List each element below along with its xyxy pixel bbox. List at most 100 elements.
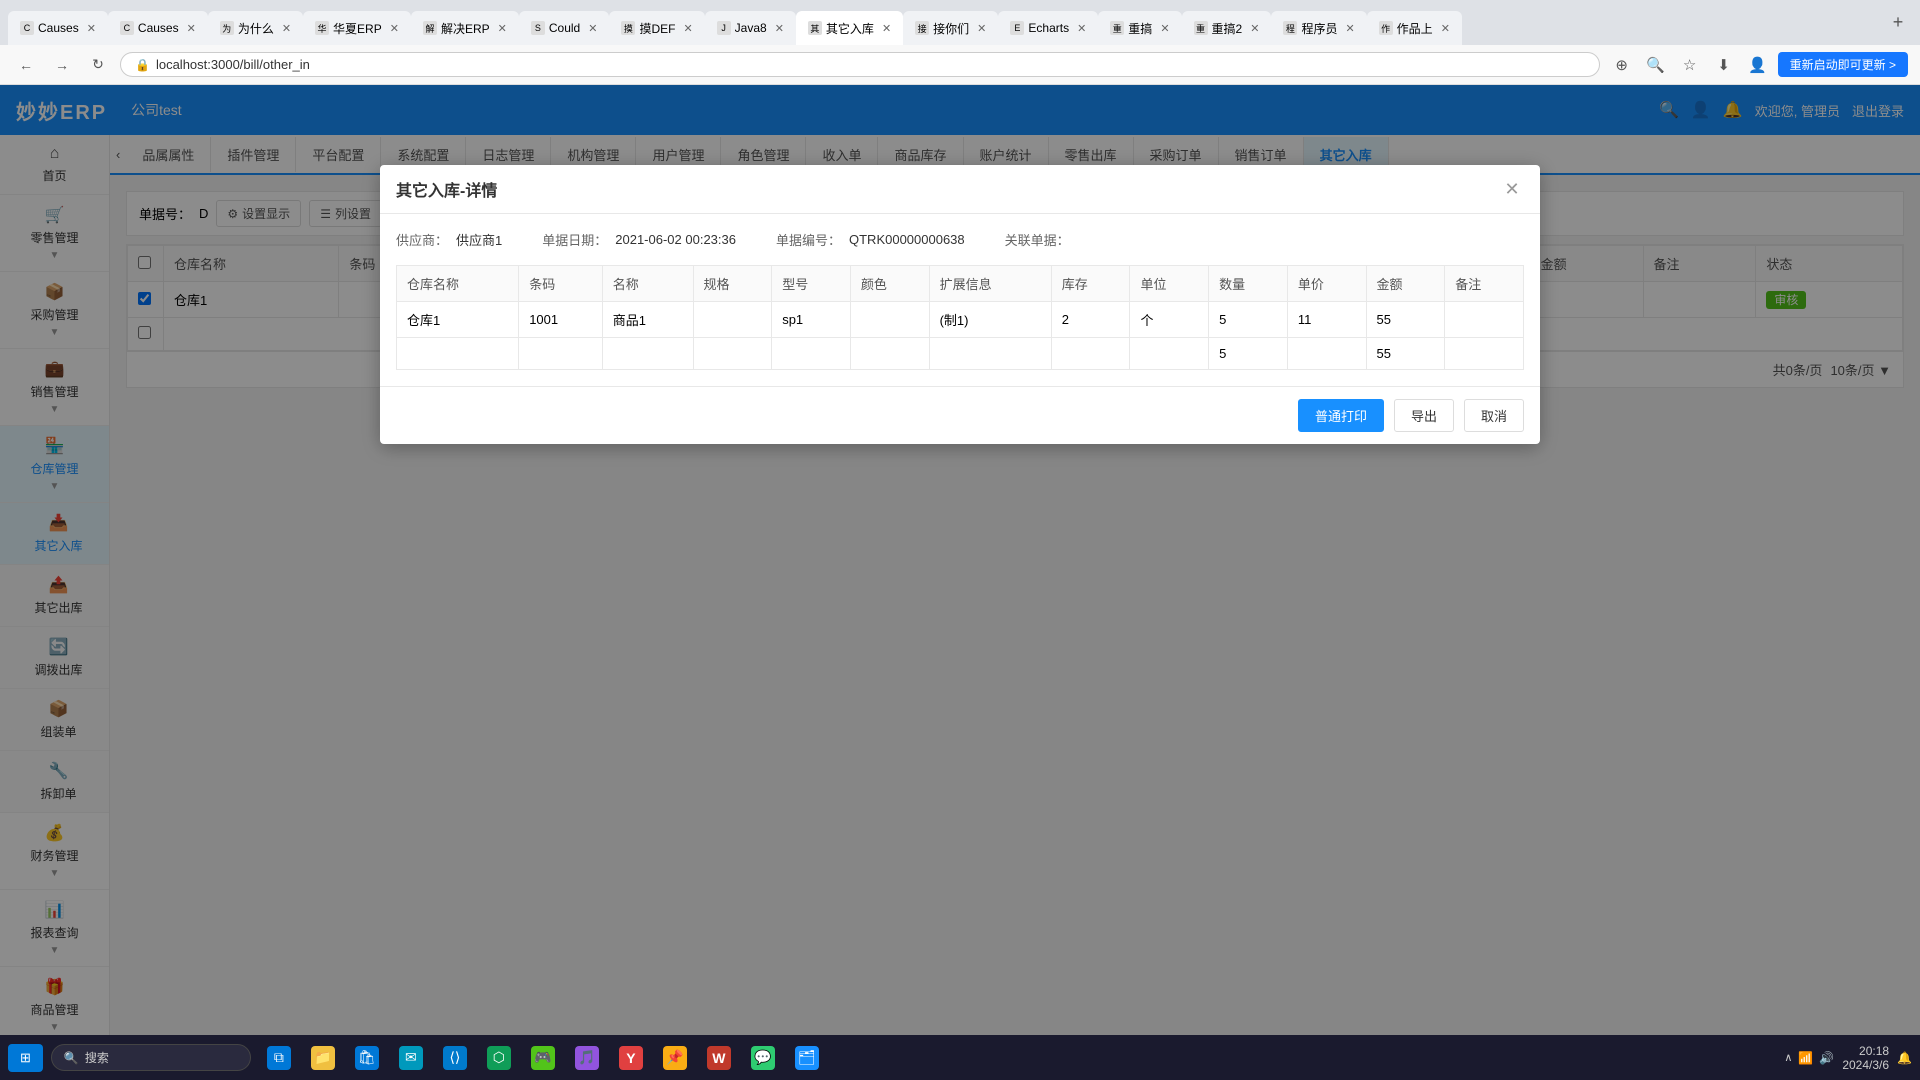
modal-cell-spec-1 [693,338,772,370]
search-icon[interactable]: 🔍 [1642,51,1670,79]
related-info: 关联单据： [1005,230,1078,249]
new-tab-button[interactable]: + [1884,9,1912,37]
modal-cell-stock-1 [1051,338,1130,370]
supplier-value: 供应商1 [456,230,502,249]
profile-icon[interactable]: 👤 [1744,51,1772,79]
modal-close-button[interactable]: ✕ [1500,177,1524,201]
browser-tab-tab9[interactable]: 其其它入库✕ [796,11,903,45]
browser-tab-tab3[interactable]: 为为什么✕ [208,11,303,45]
modal-col-stock: 库存 [1051,266,1130,302]
modal-table-body: 仓库11001商品1sp1(制1)2个51155555 [397,302,1524,370]
modal-cell-remark-0 [1445,302,1524,338]
supplier-label: 供应商： [396,230,448,249]
modal-col-amount: 金额 [1366,266,1445,302]
search-icon: 🔍 [64,1051,79,1065]
taskbar-search[interactable]: 🔍 搜索 [51,1044,251,1071]
search-label: 搜索 [85,1049,109,1066]
modal-body: 供应商： 供应商1 单据日期： 2021-06-02 00:23:36 单据编号… [380,214,1540,386]
browser-tab-tab10[interactable]: 接接你们✕ [903,11,998,45]
browser-tab-tab12[interactable]: 重重搞✕ [1098,11,1181,45]
modal-cell-name-0: 商品1 [602,302,693,338]
taskbar-app-media[interactable]: 🎵 [567,1039,607,1077]
modal-row-1[interactable]: 555 [397,338,1524,370]
taskbar-app-taskview[interactable]: ⧉ [259,1039,299,1077]
download-icon[interactable]: ⬇ [1710,51,1738,79]
taskbar-clock[interactable]: 20:18 2024/3/6 [1842,1044,1889,1072]
browser-tab-tab5[interactable]: 解解决ERP✕ [411,11,519,45]
notification-area: ∧ 📶 🔊 [1784,1051,1834,1065]
reload-button[interactable]: ↻ [84,51,112,79]
browser-tab-tab2[interactable]: CCauses✕ [108,11,208,45]
toolbar-actions: ⊕ 🔍 ☆ ⬇ 👤 重新启动即可更新 > [1608,51,1908,79]
browser-tab-tab6[interactable]: SCould✕ [519,11,610,45]
taskbar-app-youdao[interactable]: Y [611,1039,651,1077]
browser-tab-tab7[interactable]: 摸摸DEF✕ [609,11,704,45]
browser-tab-tab11[interactable]: EEcharts✕ [998,11,1098,45]
modal-table: 仓库名称 条码 名称 规格 型号 颜色 扩展信息 库存 单位 数量 单价 金额 … [396,265,1524,370]
modal-cell-stock-0: 2 [1051,302,1130,338]
supplier-info: 供应商： 供应商1 [396,230,502,249]
clock-date: 2024/3/6 [1842,1058,1889,1072]
browser-tab-tab8[interactable]: JJava8✕ [705,11,796,45]
network-icon: 📶 [1798,1051,1813,1065]
modal-info-row: 供应商： 供应商1 单据日期： 2021-06-02 00:23:36 单据编号… [396,230,1524,249]
modal-cell-price-1 [1287,338,1366,370]
modal-col-remark: 备注 [1445,266,1524,302]
cancel-button[interactable]: 取消 [1464,399,1524,432]
modal-col-price: 单价 [1287,266,1366,302]
taskbar-app-edge[interactable]: ⬡ [479,1039,519,1077]
start-button[interactable]: ⊞ [8,1044,43,1072]
modal-header-row: 仓库名称 条码 名称 规格 型号 颜色 扩展信息 库存 单位 数量 单价 金额 … [397,266,1524,302]
modal-cell-amount-0: 55 [1366,302,1445,338]
restart-button[interactable]: 重新启动即可更新 > [1778,52,1908,77]
taskbar-app-vscode[interactable]: ⟨⟩ [435,1039,475,1077]
address-bar[interactable]: 🔒 localhost:3000/bill/other_in [120,52,1600,77]
taskbar-app-sticky[interactable]: 📌 [655,1039,695,1077]
modal-title: 其它入库-详情 [396,177,497,201]
bookmark-icon[interactable]: ☆ [1676,51,1704,79]
modal-cell-color-0 [850,302,929,338]
taskbar-app-game[interactable]: 🎮 [523,1039,563,1077]
address-text: localhost:3000/bill/other_in [156,57,310,72]
modal-col-unit: 单位 [1130,266,1209,302]
taskbar-app-explorer[interactable]: 📁 [303,1039,343,1077]
modal-col-ext: 扩展信息 [929,266,1051,302]
modal-cell-remark-1 [1445,338,1524,370]
browser-chrome: CCauses✕CCauses✕为为什么✕华华夏ERP✕解解决ERP✕SCoul… [0,0,1920,45]
browser-tab-tab1[interactable]: CCauses✕ [8,11,108,45]
modal-header: 其它入库-详情 ✕ [380,165,1540,214]
browser-tabs: CCauses✕CCauses✕为为什么✕华华夏ERP✕解解决ERP✕SCoul… [8,0,1878,45]
modal-row-0[interactable]: 仓库11001商品1sp1(制1)2个51155 [397,302,1524,338]
taskbar-app-store[interactable]: 🛍 [347,1039,387,1077]
taskbar-app-files[interactable]: 🗂 [787,1039,827,1077]
modal-cell-model-0: sp1 [772,302,851,338]
modal-col-warehouse: 仓库名称 [397,266,519,302]
modal-cell-warehouse-0: 仓库1 [397,302,519,338]
taskbar-app-wps[interactable]: W [699,1039,739,1077]
record-no-info: 单据编号： QTRK00000000638 [776,230,965,249]
modal-col-spec: 规格 [693,266,772,302]
browser-tab-tab13[interactable]: 重重搞2✕ [1182,11,1272,45]
modal-overlay[interactable]: 其它入库-详情 ✕ 供应商： 供应商1 单据日期： 2021-06-02 00:… [0,85,1920,1080]
forward-button[interactable]: → [48,51,76,79]
modal-cell-qty-1: 5 [1209,338,1288,370]
browser-tab-tab4[interactable]: 华华夏ERP✕ [303,11,411,45]
taskbar-app-mail[interactable]: ✉ [391,1039,431,1077]
browser-tab-tab15[interactable]: 作作品上✕ [1367,11,1462,45]
notification-icon[interactable]: 🔔 [1897,1051,1912,1065]
export-button[interactable]: 导出 [1394,399,1454,432]
taskbar: ⊞ 🔍 搜索 ⧉ 📁 🛍 ✉ ⟨⟩ ⬡ 🎮 🎵 Y 📌 W 💬 🗂 ∧ 📶 🔊 … [0,1035,1920,1080]
back-button[interactable]: ← [12,51,40,79]
modal-cell-barcode-0: 1001 [519,302,603,338]
modal-col-qty: 数量 [1209,266,1288,302]
translate-icon[interactable]: ⊕ [1608,51,1636,79]
taskbar-app-weixin[interactable]: 💬 [743,1039,783,1077]
modal-cell-ext_info-0: (制1) [929,302,1051,338]
browser-tab-tab14[interactable]: 程程序员✕ [1271,11,1366,45]
taskbar-right: ∧ 📶 🔊 20:18 2024/3/6 🔔 [1784,1044,1912,1072]
modal-cell-warehouse-1 [397,338,519,370]
print-button[interactable]: 普通打印 [1298,399,1384,432]
detail-modal: 其它入库-详情 ✕ 供应商： 供应商1 单据日期： 2021-06-02 00:… [380,165,1540,444]
modal-col-model: 型号 [772,266,851,302]
modal-cell-ext_info-1 [929,338,1051,370]
